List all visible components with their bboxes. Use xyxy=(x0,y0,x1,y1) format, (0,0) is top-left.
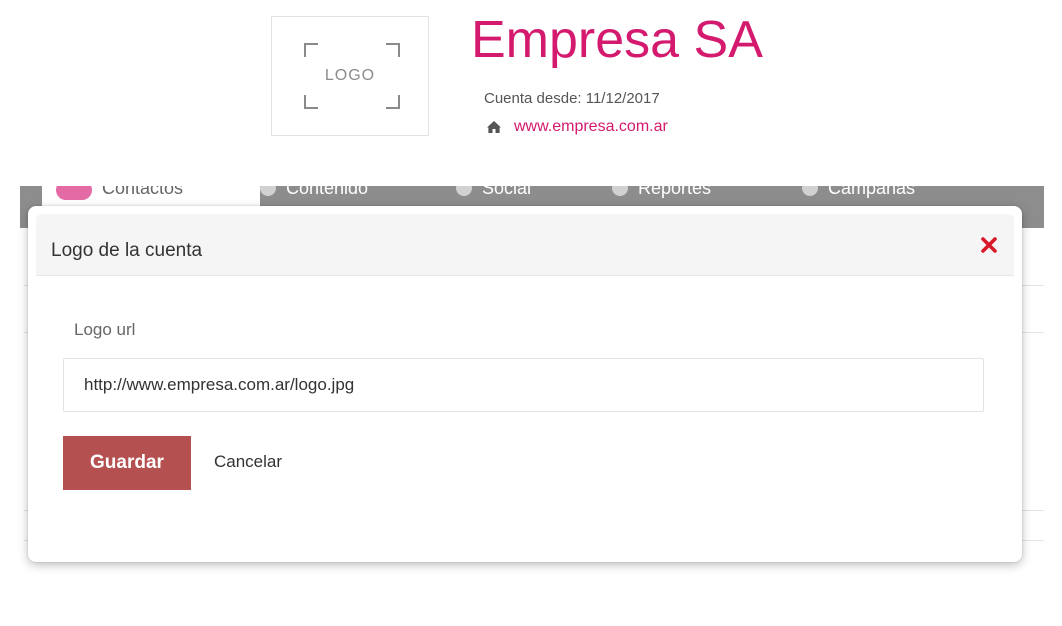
home-icon xyxy=(487,121,501,133)
logo-url-label: Logo url xyxy=(74,320,136,339)
logo-placeholder-text: LOGO xyxy=(324,67,376,84)
logo-corner-mark xyxy=(304,95,318,109)
bar-chart-icon xyxy=(612,186,628,196)
nav-item-label: Campañas xyxy=(828,186,916,198)
modal-header: Logo de la cuenta xyxy=(36,214,1014,276)
nav-item-label: Reportes xyxy=(638,186,712,198)
chat-icon xyxy=(456,186,472,196)
logo-corner-mark xyxy=(386,95,400,109)
logo-url-input[interactable] xyxy=(63,358,984,412)
contacts-icon xyxy=(56,186,92,200)
logo-modal: Logo de la cuenta Logo url Guardar Cance… xyxy=(28,206,1022,562)
close-icon[interactable] xyxy=(980,236,998,254)
modal-title: Logo de la cuenta xyxy=(51,240,203,261)
website-row: www.empresa.com.ar xyxy=(486,118,668,136)
campaign-icon xyxy=(802,186,818,196)
account-since: Cuenta desde: 11/12/2017 xyxy=(484,90,660,107)
nav-item-label: Contenido xyxy=(286,186,369,198)
company-name: Empresa SA xyxy=(471,11,763,69)
nav-item-label: Contactos xyxy=(102,186,184,198)
website-link[interactable]: www.empresa.com.ar xyxy=(514,118,668,136)
nav-item-label: Social xyxy=(482,186,532,198)
account-logo-placeholder: LOGO xyxy=(271,16,429,136)
cancel-link[interactable]: Cancelar xyxy=(214,452,282,472)
logo-corner-mark xyxy=(386,43,400,57)
document-icon xyxy=(260,186,276,196)
save-button[interactable]: Guardar xyxy=(63,436,191,490)
logo-corner-mark xyxy=(304,43,318,57)
